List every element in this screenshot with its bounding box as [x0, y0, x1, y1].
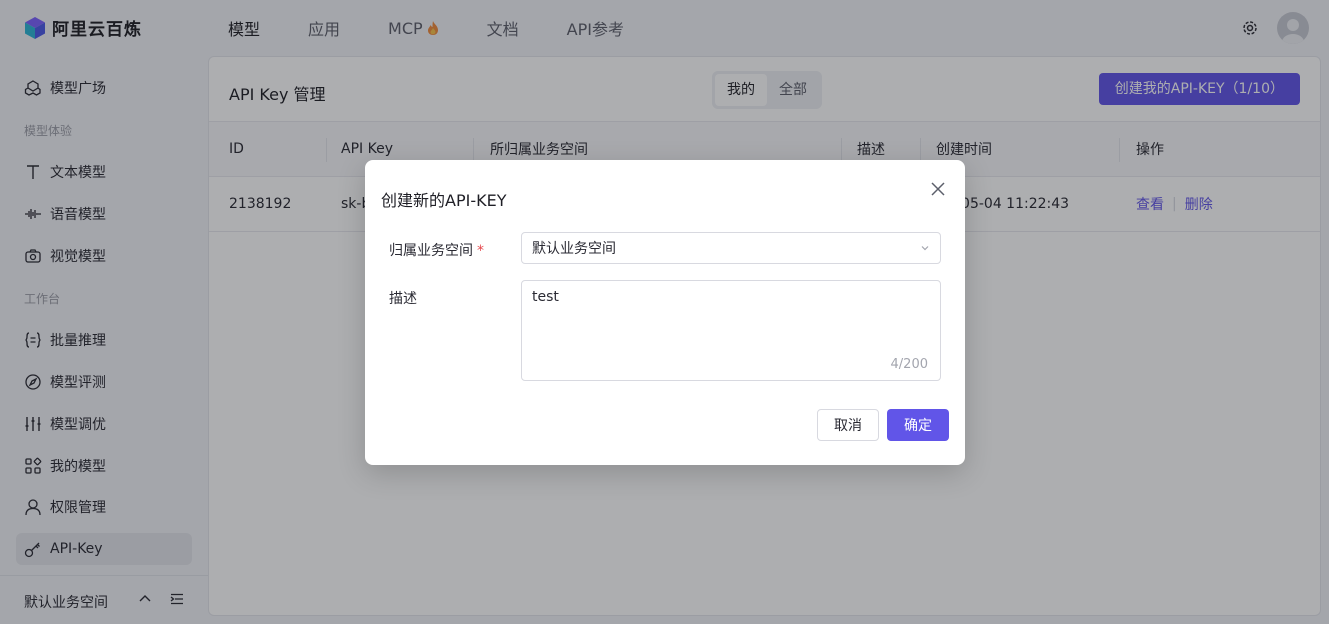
close-icon[interactable]	[929, 180, 947, 198]
char-counter: 4/200	[890, 357, 928, 372]
create-api-key-dialog: 创建新的API-KEY 归属业务空间 * 默认业务空间 描述 test 4/200…	[365, 160, 965, 465]
confirm-button[interactable]: 确定	[887, 409, 949, 441]
chevron-down-icon	[921, 246, 929, 251]
workspace-select[interactable]: 默认业务空间	[521, 232, 941, 264]
description-value: test	[532, 289, 559, 305]
cancel-button[interactable]: 取消	[817, 409, 879, 441]
workspace-label-text: 归属业务空间	[389, 243, 473, 259]
description-textarea[interactable]: test 4/200	[521, 280, 941, 381]
description-label: 描述	[389, 291, 417, 307]
dialog-title: 创建新的API-KEY	[381, 191, 507, 210]
required-mark: *	[477, 243, 484, 259]
workspace-select-value: 默认业务空间	[532, 241, 616, 257]
workspace-label: 归属业务空间 *	[389, 240, 484, 260]
